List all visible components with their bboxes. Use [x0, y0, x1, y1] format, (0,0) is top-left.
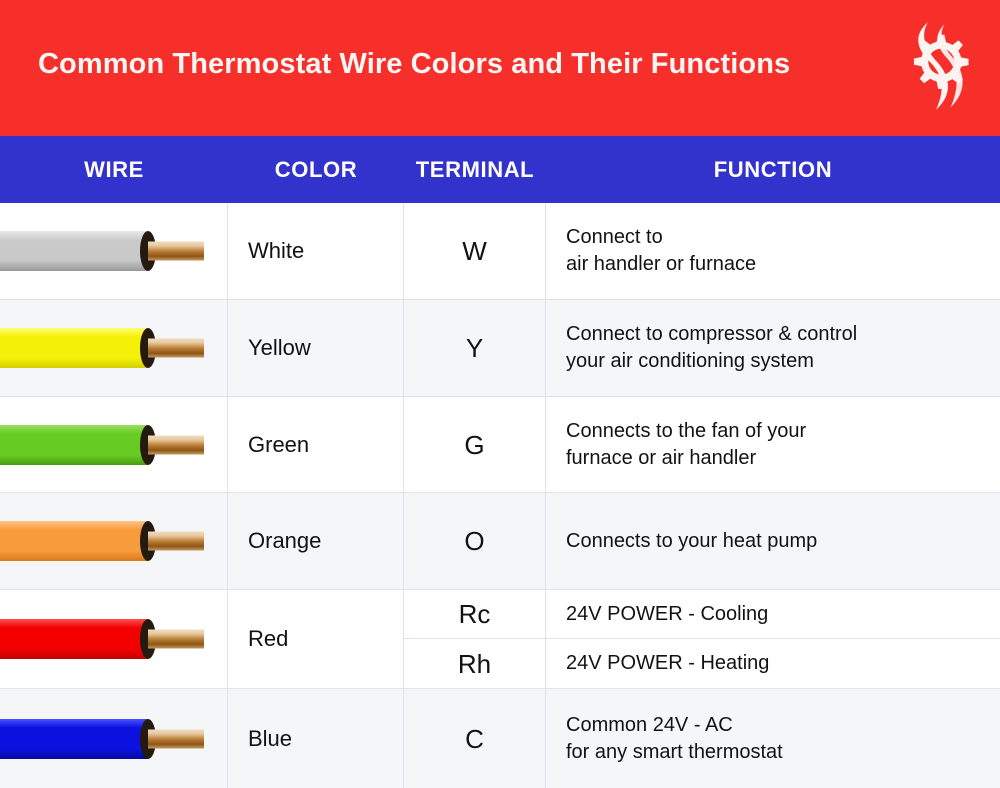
function-cell: Common 24V - AC for any smart thermostat [546, 689, 1000, 788]
wire-graphic-red [0, 590, 227, 688]
table-row: Orange O Connects to your heat pump [0, 493, 1000, 590]
table-row: Blue C Common 24V - AC for any smart the… [0, 689, 1000, 788]
function-label: 24V POWER - Cooling [566, 602, 769, 625]
column-header-wire: WIRE [84, 156, 144, 182]
function-cell: Connect to air handler or furnace [546, 203, 1000, 299]
wire-reference-table: WIRE COLOR TERMINAL FUNCTION White W Con… [0, 136, 1000, 788]
wire-sheath [0, 521, 148, 561]
function-cell: Connects to your heat pump [546, 493, 1000, 589]
terminal-cell: G [404, 397, 546, 492]
table-row: Red Rc 24V POWER - Cooling Rh 24V POWER … [0, 590, 1000, 689]
wire-cell [0, 689, 228, 788]
wire-sheath [0, 328, 148, 368]
wire-cell [0, 493, 228, 589]
table-row: White W Connect to air handler or furnac… [0, 203, 1000, 300]
wire-graphic-yellow [0, 300, 227, 396]
color-cell: Orange [228, 493, 404, 589]
function-label: Connects to the fan of your furnace or a… [566, 419, 807, 469]
function-cell: Connects to the fan of your furnace or a… [546, 397, 1000, 492]
function-label: Connect to compressor & control your air… [566, 323, 858, 372]
terminal-cell: Rh [404, 639, 546, 688]
wire-cell [0, 203, 228, 299]
color-label: Red [248, 626, 289, 651]
wire-cell [0, 397, 228, 492]
wire-copper-conductor [148, 241, 204, 261]
wire-graphic-green [0, 397, 227, 492]
terminal-label: Y [465, 333, 484, 363]
wire-copper-conductor [148, 729, 204, 748]
color-label: White [248, 238, 305, 263]
wire-sheath [0, 231, 148, 271]
color-cell: Red [228, 590, 404, 688]
table-row: Yellow Y Connect to compressor & control… [0, 300, 1000, 397]
color-cell: White [228, 203, 404, 299]
wire-sheath [0, 619, 148, 659]
color-label: Yellow [248, 335, 311, 360]
terminal-cell: O [404, 493, 546, 589]
terminal-label: Rh [457, 648, 492, 679]
wire-copper-conductor [148, 531, 204, 551]
terminal-label: C [465, 723, 484, 754]
wire-copper-conductor [148, 629, 204, 649]
terminal-cell: W [404, 203, 546, 299]
header-banner: Common Thermostat Wire Colors and Their … [0, 0, 1000, 136]
infographic-page: Common Thermostat Wire Colors and Their … [0, 0, 1000, 788]
table-row: Green G Connects to the fan of your furn… [0, 397, 1000, 493]
function-label: 24V POWER - Heating [566, 652, 770, 675]
color-label: Blue [248, 725, 293, 751]
wire-graphic-blue [0, 689, 227, 788]
color-cell: Green [228, 397, 404, 492]
gear-flame-logo-icon [882, 14, 986, 118]
function-cell: 24V POWER - Heating [546, 639, 1000, 688]
function-label: Connect to air handler or furnace [566, 226, 757, 275]
wire-cell [0, 300, 228, 396]
wire-sheath [0, 424, 148, 465]
terminal-subrow: Rh 24V POWER - Heating [404, 639, 1000, 688]
table-header-row: WIRE COLOR TERMINAL FUNCTION [0, 136, 1000, 203]
wire-copper-conductor [148, 435, 204, 454]
column-header-terminal: TERMINAL [415, 156, 535, 182]
terminal-label: G [464, 429, 485, 460]
terminal-subrow: Rc 24V POWER - Cooling [404, 590, 1000, 639]
function-label: Connects to your heat pump [566, 529, 818, 552]
column-header-function: FUNCTION [713, 156, 833, 182]
color-label: Green [248, 431, 310, 457]
terminal-cell: Y [404, 300, 546, 396]
color-label: Orange [248, 528, 322, 553]
color-cell: Yellow [228, 300, 404, 396]
terminal-label: O [464, 526, 485, 556]
terminal-cell: Rc [404, 590, 546, 638]
wire-cell [0, 590, 228, 688]
function-cell: Connect to compressor & control your air… [546, 300, 1000, 396]
wire-sheath [0, 718, 148, 759]
terminal-cell: C [404, 689, 546, 788]
color-cell: Blue [228, 689, 404, 788]
column-header-color: COLOR [274, 156, 358, 182]
wire-graphic-orange [0, 493, 227, 589]
page-title: Common Thermostat Wire Colors and Their … [38, 48, 791, 80]
split-terminal-function-cell: Rc 24V POWER - Cooling Rh 24V POWER - He… [404, 590, 1000, 688]
terminal-label: Rc [458, 599, 491, 629]
function-label: Common 24V - AC for any smart thermostat [566, 713, 783, 763]
function-cell: 24V POWER - Cooling [546, 590, 1000, 638]
terminal-label: W [462, 236, 487, 266]
wire-copper-conductor [148, 338, 204, 358]
wire-graphic-white [0, 203, 227, 299]
